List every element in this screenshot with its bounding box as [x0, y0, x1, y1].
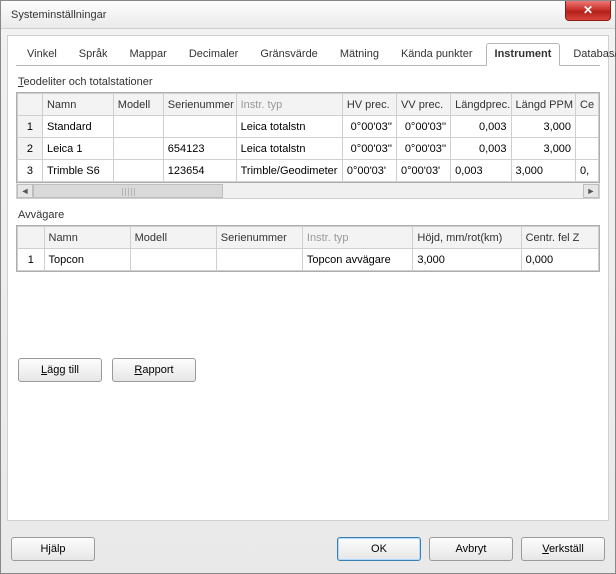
- add-button[interactable]: Lägg till: [18, 358, 102, 382]
- grid1-hscrollbar[interactable]: ◄ ►: [16, 183, 600, 199]
- row-header[interactable]: 3: [18, 160, 43, 182]
- col-serienummer[interactable]: Serienummer: [163, 94, 236, 116]
- grid-teodeliter[interactable]: Namn Modell Serienummer Instr. typ HV pr…: [16, 92, 600, 183]
- grid-avvagare[interactable]: Namn Modell Serienummer Instr. typ Höjd,…: [16, 225, 600, 272]
- col-vv-prec[interactable]: VV prec.: [396, 94, 450, 116]
- row-header[interactable]: 2: [18, 138, 43, 160]
- cell-lp[interactable]: 0,003: [451, 160, 511, 182]
- cell-serie[interactable]: 123654: [163, 160, 236, 182]
- tab-sprak[interactable]: Språk: [70, 43, 117, 66]
- cell-ppm[interactable]: 3,000: [511, 160, 576, 182]
- tab-decimaler[interactable]: Decimaler: [180, 43, 248, 66]
- col-serienummer[interactable]: Serienummer: [216, 227, 302, 249]
- cell-typ[interactable]: Topcon avvägare: [302, 249, 412, 271]
- tab-mappar[interactable]: Mappar: [121, 43, 176, 66]
- cell-namn[interactable]: Standard: [42, 116, 113, 138]
- tab-gransvarde[interactable]: Gränsvärde: [251, 43, 326, 66]
- col-instr-typ[interactable]: Instr. typ: [302, 227, 412, 249]
- apply-button[interactable]: Verkställ: [521, 537, 605, 561]
- tab-databas[interactable]: Databas/ArcGIS: [564, 43, 616, 66]
- col-modell[interactable]: Modell: [130, 227, 216, 249]
- header-row: Namn Modell Serienummer Instr. typ HV pr…: [18, 94, 599, 116]
- col-langd-ppm[interactable]: Längd PPM: [511, 94, 576, 116]
- cell-ce[interactable]: 0,: [576, 160, 599, 182]
- close-icon: ✕: [583, 3, 593, 17]
- cell-ppm[interactable]: 3,000: [511, 138, 576, 160]
- col-hojd[interactable]: Höjd, mm/rot(km): [413, 227, 521, 249]
- tab-strip: Vinkel Språk Mappar Decimaler Gränsvärde…: [16, 42, 600, 66]
- table-row[interactable]: 1 Standard Leica totalstn 0°00'03'' 0°00…: [18, 116, 599, 138]
- cell-vv[interactable]: 0°00'03': [396, 160, 450, 182]
- titlebar: Systeminställningar ✕: [1, 1, 615, 29]
- cell-modell[interactable]: [113, 160, 163, 182]
- row-header[interactable]: 1: [18, 116, 43, 138]
- table-row[interactable]: 3 Trimble S6 123654 Trimble/Geodimeter 0…: [18, 160, 599, 182]
- cell-ppm[interactable]: 3,000: [511, 116, 576, 138]
- col-ce[interactable]: Ce: [576, 94, 599, 116]
- col-hv-prec[interactable]: HV prec.: [342, 94, 396, 116]
- cell-serie[interactable]: 654123: [163, 138, 236, 160]
- blank-area: [16, 272, 600, 342]
- col-instr-typ[interactable]: Instr. typ: [236, 94, 342, 116]
- close-button[interactable]: ✕: [565, 1, 611, 21]
- report-button[interactable]: Rapport: [112, 358, 196, 382]
- cell-hv[interactable]: 0°00'03'': [342, 116, 396, 138]
- cell-modell[interactable]: [130, 249, 216, 271]
- header-row: Namn Modell Serienummer Instr. typ Höjd,…: [18, 227, 599, 249]
- cell-typ[interactable]: Leica totalstn: [236, 116, 342, 138]
- cell-namn[interactable]: Trimble S6: [42, 160, 113, 182]
- cell-lp[interactable]: 0,003: [451, 116, 511, 138]
- scroll-track[interactable]: [33, 184, 583, 198]
- tab-kanda-punkter[interactable]: Kända punkter: [392, 43, 482, 66]
- col-centr-fel-z[interactable]: Centr. fel Z: [521, 227, 598, 249]
- cell-hv[interactable]: 0°00'03': [342, 160, 396, 182]
- cell-serie[interactable]: [163, 116, 236, 138]
- tab-vinkel[interactable]: Vinkel: [18, 43, 66, 66]
- cell-typ[interactable]: Trimble/Geodimeter: [236, 160, 342, 182]
- cell-modell[interactable]: [113, 138, 163, 160]
- ok-button[interactable]: OK: [337, 537, 421, 561]
- cell-vv[interactable]: 0°00'03'': [396, 116, 450, 138]
- cell-cfz[interactable]: 0,000: [521, 249, 598, 271]
- tab-instrument[interactable]: Instrument: [486, 43, 561, 66]
- client-area: Vinkel Språk Mappar Decimaler Gränsvärde…: [7, 35, 609, 521]
- scroll-left-button[interactable]: ◄: [17, 184, 33, 198]
- cancel-button[interactable]: Avbryt: [429, 537, 513, 561]
- cell-lp[interactable]: 0,003: [451, 138, 511, 160]
- table-row[interactable]: 2 Leica 1 654123 Leica totalstn 0°00'03'…: [18, 138, 599, 160]
- cell-hv[interactable]: 0°00'03'': [342, 138, 396, 160]
- cell-ce[interactable]: [576, 116, 599, 138]
- col-modell[interactable]: Modell: [113, 94, 163, 116]
- dialog-footer: Hjälp OK Avbryt Verkställ: [1, 527, 615, 573]
- col-namn[interactable]: Namn: [44, 227, 130, 249]
- col-langdprec[interactable]: Längdprec.: [451, 94, 511, 116]
- dialog-window: Systeminställningar ✕ Vinkel Språk Mappa…: [0, 0, 616, 574]
- corner-cell: [18, 94, 43, 116]
- cell-namn[interactable]: Leica 1: [42, 138, 113, 160]
- col-namn[interactable]: Namn: [42, 94, 113, 116]
- cell-ce[interactable]: [576, 138, 599, 160]
- scroll-thumb[interactable]: [33, 184, 223, 198]
- cell-typ[interactable]: Leica totalstn: [236, 138, 342, 160]
- table-row[interactable]: 1 Topcon Topcon avvägare 3,000 0,000: [18, 249, 599, 271]
- scroll-right-button[interactable]: ►: [583, 184, 599, 198]
- tab-matning[interactable]: Mätning: [331, 43, 388, 66]
- section2-label: Avvägare: [18, 209, 598, 221]
- cell-serie[interactable]: [216, 249, 302, 271]
- section1-label: Teodeliter och totalstationer: [18, 76, 598, 88]
- row-header[interactable]: 1: [18, 249, 45, 271]
- window-title: Systeminställningar: [11, 9, 106, 21]
- cell-vv[interactable]: 0°00'03'': [396, 138, 450, 160]
- cell-namn[interactable]: Topcon: [44, 249, 130, 271]
- cell-hojd[interactable]: 3,000: [413, 249, 521, 271]
- action-button-row: Lägg till Rapport: [16, 358, 600, 382]
- help-button[interactable]: Hjälp: [11, 537, 95, 561]
- corner-cell: [18, 227, 45, 249]
- cell-modell[interactable]: [113, 116, 163, 138]
